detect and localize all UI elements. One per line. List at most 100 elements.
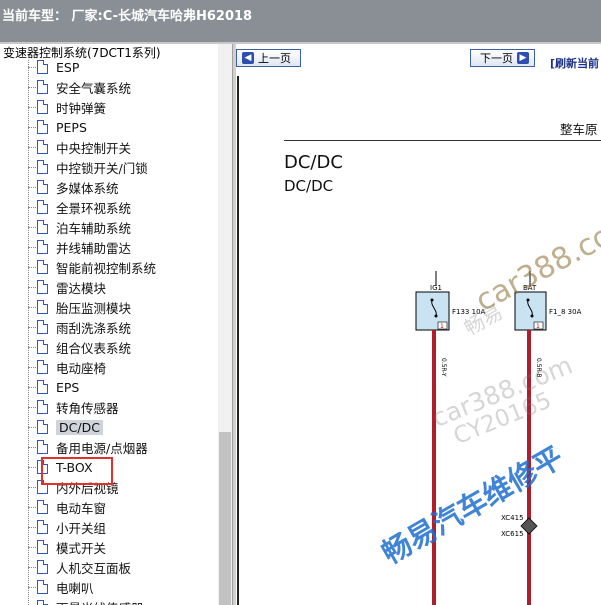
refresh-link[interactable]: [刷新当前 [550, 55, 599, 71]
tree-item-label: 组合仪表系统 [56, 340, 132, 356]
tree-item[interactable]: 电动车窗 [28, 497, 106, 517]
tree-item[interactable]: 雷达模块 [28, 277, 106, 297]
connector-label-a: XC415 [501, 514, 524, 522]
wiring-diagram-page: 整车原 DC/DC DC/DC IG1 1 F133 10A 0.5R-Y BA… [240, 76, 601, 605]
tree-branch-line [28, 526, 36, 528]
tree-item-label: PEPS [56, 119, 87, 135]
fuse-left-label: F133 10A [452, 308, 486, 316]
tree-item-label: 全景环视系统 [56, 200, 132, 216]
tree-item[interactable]: 模式开关 [28, 537, 106, 557]
document-icon [37, 160, 48, 174]
tree-branch-line [28, 206, 36, 208]
tree-item-label: 并线辅助雷达 [56, 240, 132, 256]
tree-item[interactable]: PEPS [28, 117, 87, 137]
document-icon [37, 560, 48, 574]
tree-item-label: 雨刮洗涤系统 [56, 320, 132, 336]
tree-item-label: 安全气囊系统 [56, 80, 132, 96]
tree-item-label: DC/DC [56, 419, 103, 435]
tree-item[interactable]: 时钟弹簧 [28, 97, 106, 117]
document-icon [37, 80, 48, 94]
tree-item[interactable]: 雨刮洗涤系统 [28, 317, 131, 337]
tree-item-label: 中控锁开关/门锁 [56, 160, 148, 176]
document-icon [37, 280, 48, 294]
tree-item[interactable]: ESP [28, 57, 79, 77]
arrow-left-icon: ◀ [242, 52, 254, 64]
wire-right-label: 0.5R-B [535, 358, 542, 378]
tree-item[interactable]: EPS [28, 377, 79, 397]
tree-item[interactable]: 备用电源/点烟器 [28, 437, 148, 457]
document-icon [37, 240, 48, 254]
tree-root-label[interactable]: 变速器控制系统(7DCT1系列) [3, 44, 161, 61]
tree-branch-line [28, 166, 36, 168]
page-frame-edge [237, 76, 239, 605]
tree-branch-line [28, 466, 36, 468]
wire-left-label: 0.5R-Y [440, 358, 447, 377]
tree-item[interactable]: 多媒体系统 [28, 177, 119, 197]
tree-item-label: 泊车辅助系统 [56, 220, 132, 236]
title-bar: 当前车型： 厂家:C-长城汽车哈弗H62018 [0, 0, 601, 42]
tree-item[interactable]: 电动座椅 [28, 357, 106, 377]
tree-item[interactable]: 胎压监测模块 [28, 297, 131, 317]
tree-item[interactable]: 安全气囊系统 [28, 77, 131, 97]
tree-item-label: 模式开关 [56, 540, 107, 556]
tree-item[interactable]: 全景环视系统 [28, 197, 131, 217]
document-icon [37, 340, 48, 354]
tree-branch-line [28, 146, 36, 148]
document-icon [37, 400, 48, 414]
tree-branch-line [28, 186, 36, 188]
tree-item[interactable]: 转角传感器 [28, 397, 119, 417]
document-icon [37, 380, 48, 394]
document-icon [37, 260, 48, 274]
arrow-right-icon: ▶ [517, 52, 529, 64]
tree-item[interactable]: 智能前视控制系统 [28, 257, 156, 277]
connector-label-b: XC615 [501, 530, 524, 538]
tree-branch-line [28, 246, 36, 248]
next-page-button[interactable]: 下一页 ▶ [470, 49, 535, 67]
tree-item-label: 小开关组 [56, 520, 107, 536]
document-icon [37, 180, 48, 194]
tree-item[interactable]: 并线辅助雷达 [28, 237, 131, 257]
tree-item-label: 电动座椅 [56, 360, 107, 376]
tree-item-label: 胎压监测模块 [56, 300, 132, 316]
wiring-diagram: IG1 1 F133 10A 0.5R-Y BAT 1 F1_8 30A 0.5… [415, 271, 582, 605]
tree-item-label: 人机交互面板 [56, 560, 132, 576]
tree-branch-line [28, 566, 36, 568]
document-icon [37, 520, 48, 534]
document-icon [37, 580, 48, 594]
tree-item-label: 智能前视控制系统 [56, 260, 157, 276]
tree-item[interactable]: 中央控制开关 [28, 137, 131, 157]
tree-item[interactable]: 组合仪表系统 [28, 337, 131, 357]
document-icon [37, 220, 48, 234]
tree-item-label: 雷达模块 [56, 280, 107, 296]
tree-item[interactable]: 电喇叭 [28, 577, 94, 597]
navigation-tree: 变速器控制系统(7DCT1系列) ESP 安全气囊系统 时钟弹簧 PEPS 中央控制开关… [0, 44, 232, 605]
tree-item-label: 中央控制开关 [56, 140, 132, 156]
vehicle-caption: 当前车型： 厂家:C-长城汽车哈弗H62018 [2, 9, 253, 24]
tree-branch-line [28, 346, 36, 348]
fuse-left-pin: 1 [440, 323, 444, 330]
document-icon [37, 360, 48, 374]
document-icon [37, 140, 48, 154]
fuse-right-label: F1_8 30A [549, 308, 582, 316]
tree-branch-line [28, 446, 36, 448]
tree-item-label: 转角传感器 [56, 400, 119, 416]
tree-item[interactable]: DC/DC [28, 417, 103, 437]
tree-branch-line [28, 586, 36, 588]
tree-item[interactable]: 小开关组 [28, 517, 106, 537]
tree-scrollbar-thumb[interactable] [219, 432, 231, 605]
tree-item[interactable]: 雨量光线传感器 [28, 597, 144, 605]
tree-item[interactable]: 泊车辅助系统 [28, 217, 131, 237]
tree-branch-line [28, 546, 36, 548]
document-icon [37, 440, 48, 454]
tree-branch-line [28, 486, 36, 488]
tree-branch-line [28, 406, 36, 408]
prev-page-label: 上一页 [258, 52, 291, 65]
prev-page-button[interactable]: ◀ 上一页 [236, 49, 301, 67]
document-icon [37, 600, 48, 605]
selection-highlight-box [41, 457, 113, 485]
tree-item[interactable]: 中控锁开关/门锁 [28, 157, 148, 177]
document-icon [37, 100, 48, 114]
document-icon [37, 300, 48, 314]
document-icon [37, 320, 48, 334]
tree-item[interactable]: 人机交互面板 [28, 557, 131, 577]
